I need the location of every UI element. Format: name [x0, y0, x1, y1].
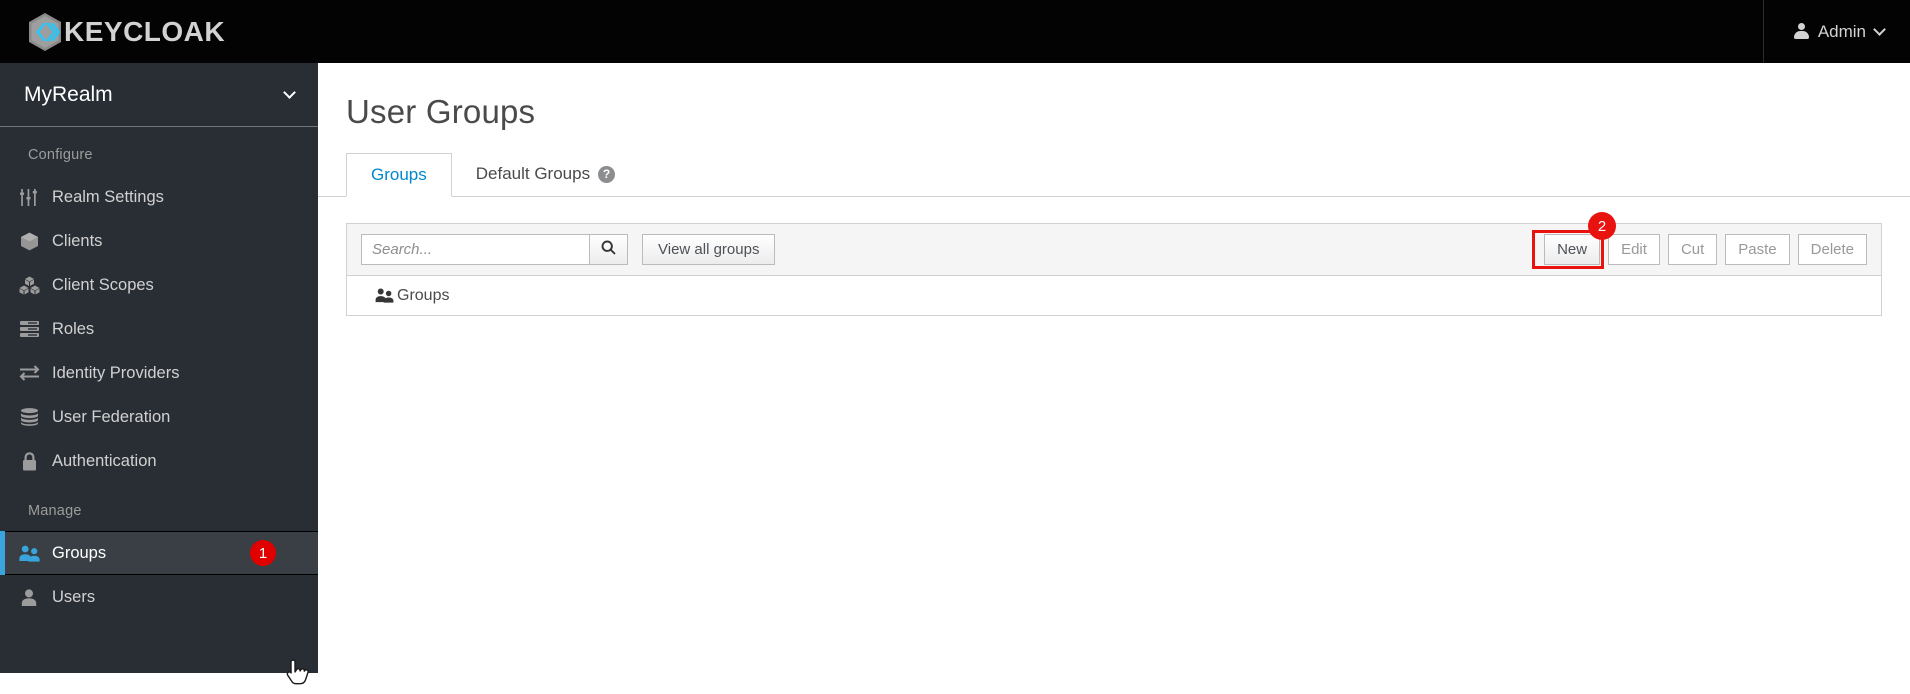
admin-label: Admin — [1817, 21, 1866, 41]
new-button-wrapper: New 2 — [1532, 212, 1617, 269]
hand-pointer-cursor-icon — [286, 659, 310, 689]
tab-label: Default Groups — [475, 164, 591, 183]
cut-button[interactable]: Cut — [1667, 234, 1718, 265]
cubes-icon — [18, 275, 40, 295]
sidebar-item-label: Users — [52, 587, 96, 606]
user-icon — [1793, 23, 1809, 40]
brand-text: KEYCLOAK — [64, 15, 226, 47]
chevron-down-icon — [1873, 22, 1886, 36]
admin-menu-button[interactable]: Admin — [1793, 21, 1886, 42]
sidebar-item-client-scopes[interactable]: Client Scopes — [0, 263, 318, 307]
sidebar-item-label: Identity Providers — [52, 363, 180, 382]
sidebar-item-label: Clients — [52, 231, 103, 250]
groups-panel: View all groups New 2 Edit Cut Paste Del… — [346, 212, 1882, 316]
sidebar-item-groups[interactable]: Groups 1 — [0, 531, 318, 575]
sidebar-item-label: User Federation — [52, 407, 171, 426]
groups-toolbar: View all groups New 2 Edit Cut Paste Del… — [346, 212, 1882, 276]
lock-icon — [18, 451, 40, 471]
sidebar-item-label: Realm Settings — [52, 187, 164, 206]
main-content: User Groups Groups Default Groups ? Sear… — [318, 63, 1910, 673]
tab-bar: Groups Default Groups ? — [318, 153, 1910, 197]
sliders-icon — [18, 187, 40, 207]
sidebar-item-label: Authentication — [52, 451, 157, 470]
tab-groups[interactable]: Groups — [346, 153, 452, 197]
question-circle-icon[interactable]: ? — [598, 165, 616, 183]
user-icon — [18, 587, 40, 607]
sidebar-item-identity-providers[interactable]: Identity Providers — [0, 351, 318, 395]
search-icon — [601, 240, 616, 259]
tab-label: Groups — [371, 165, 427, 184]
search-input[interactable] — [361, 234, 589, 265]
sidebar-item-label: Roles — [52, 319, 95, 338]
search-group — [361, 234, 628, 265]
delete-button[interactable]: Delete — [1797, 234, 1867, 265]
paste-button[interactable]: Paste — [1725, 234, 1790, 265]
masthead: KEYCLOAK Admin — [0, 0, 1910, 63]
sidebar-item-label: Groups — [52, 543, 107, 562]
step-badge-2: 2 — [1588, 212, 1617, 240]
exchange-arrows-icon — [18, 363, 40, 383]
sidebar-item-users[interactable]: Users — [0, 575, 318, 619]
table-row-label: Groups — [397, 286, 450, 304]
edit-button[interactable]: Edit — [1608, 234, 1660, 265]
chevron-down-icon — [283, 85, 296, 99]
page-title: User Groups — [346, 93, 536, 130]
step-badge-1: 1 — [250, 540, 276, 566]
nav-group-title-configure: Configure — [28, 147, 93, 163]
nav-group-title-manage: Manage — [28, 503, 82, 519]
database-icon — [18, 407, 40, 427]
list-bars-icon — [18, 319, 40, 339]
sidebar-item-user-federation[interactable]: User Federation — [0, 395, 318, 439]
view-all-groups-button[interactable]: View all groups — [642, 234, 776, 265]
users-icon — [18, 543, 40, 563]
realm-selector[interactable]: MyRealm — [0, 63, 318, 127]
search-button[interactable] — [589, 234, 628, 265]
masthead-right: Admin — [1762, 0, 1910, 63]
brand[interactable]: KEYCLOAK — [24, 11, 225, 53]
sidebar-item-realm-settings[interactable]: Realm Settings — [0, 175, 318, 219]
realm-name: MyRealm — [24, 82, 113, 106]
cube-icon — [18, 231, 40, 251]
sidebar-item-roles[interactable]: Roles — [0, 307, 318, 351]
sidebar-item-clients[interactable]: Clients — [0, 219, 318, 263]
users-icon — [375, 288, 394, 303]
sidebar-item-authentication[interactable]: Authentication — [0, 439, 318, 483]
toolbar-actions: New 2 Edit Cut Paste Delete — [1528, 212, 1867, 269]
sidebar: MyRealm Configure Realm Settings Clients — [0, 63, 318, 685]
tab-default-groups[interactable]: Default Groups ? — [452, 152, 639, 196]
keycloak-hexagon-logo-icon — [24, 11, 66, 53]
new-button[interactable]: New — [1544, 234, 1601, 265]
sidebar-item-label: Client Scopes — [52, 275, 154, 294]
table-row[interactable]: Groups — [346, 276, 1882, 316]
